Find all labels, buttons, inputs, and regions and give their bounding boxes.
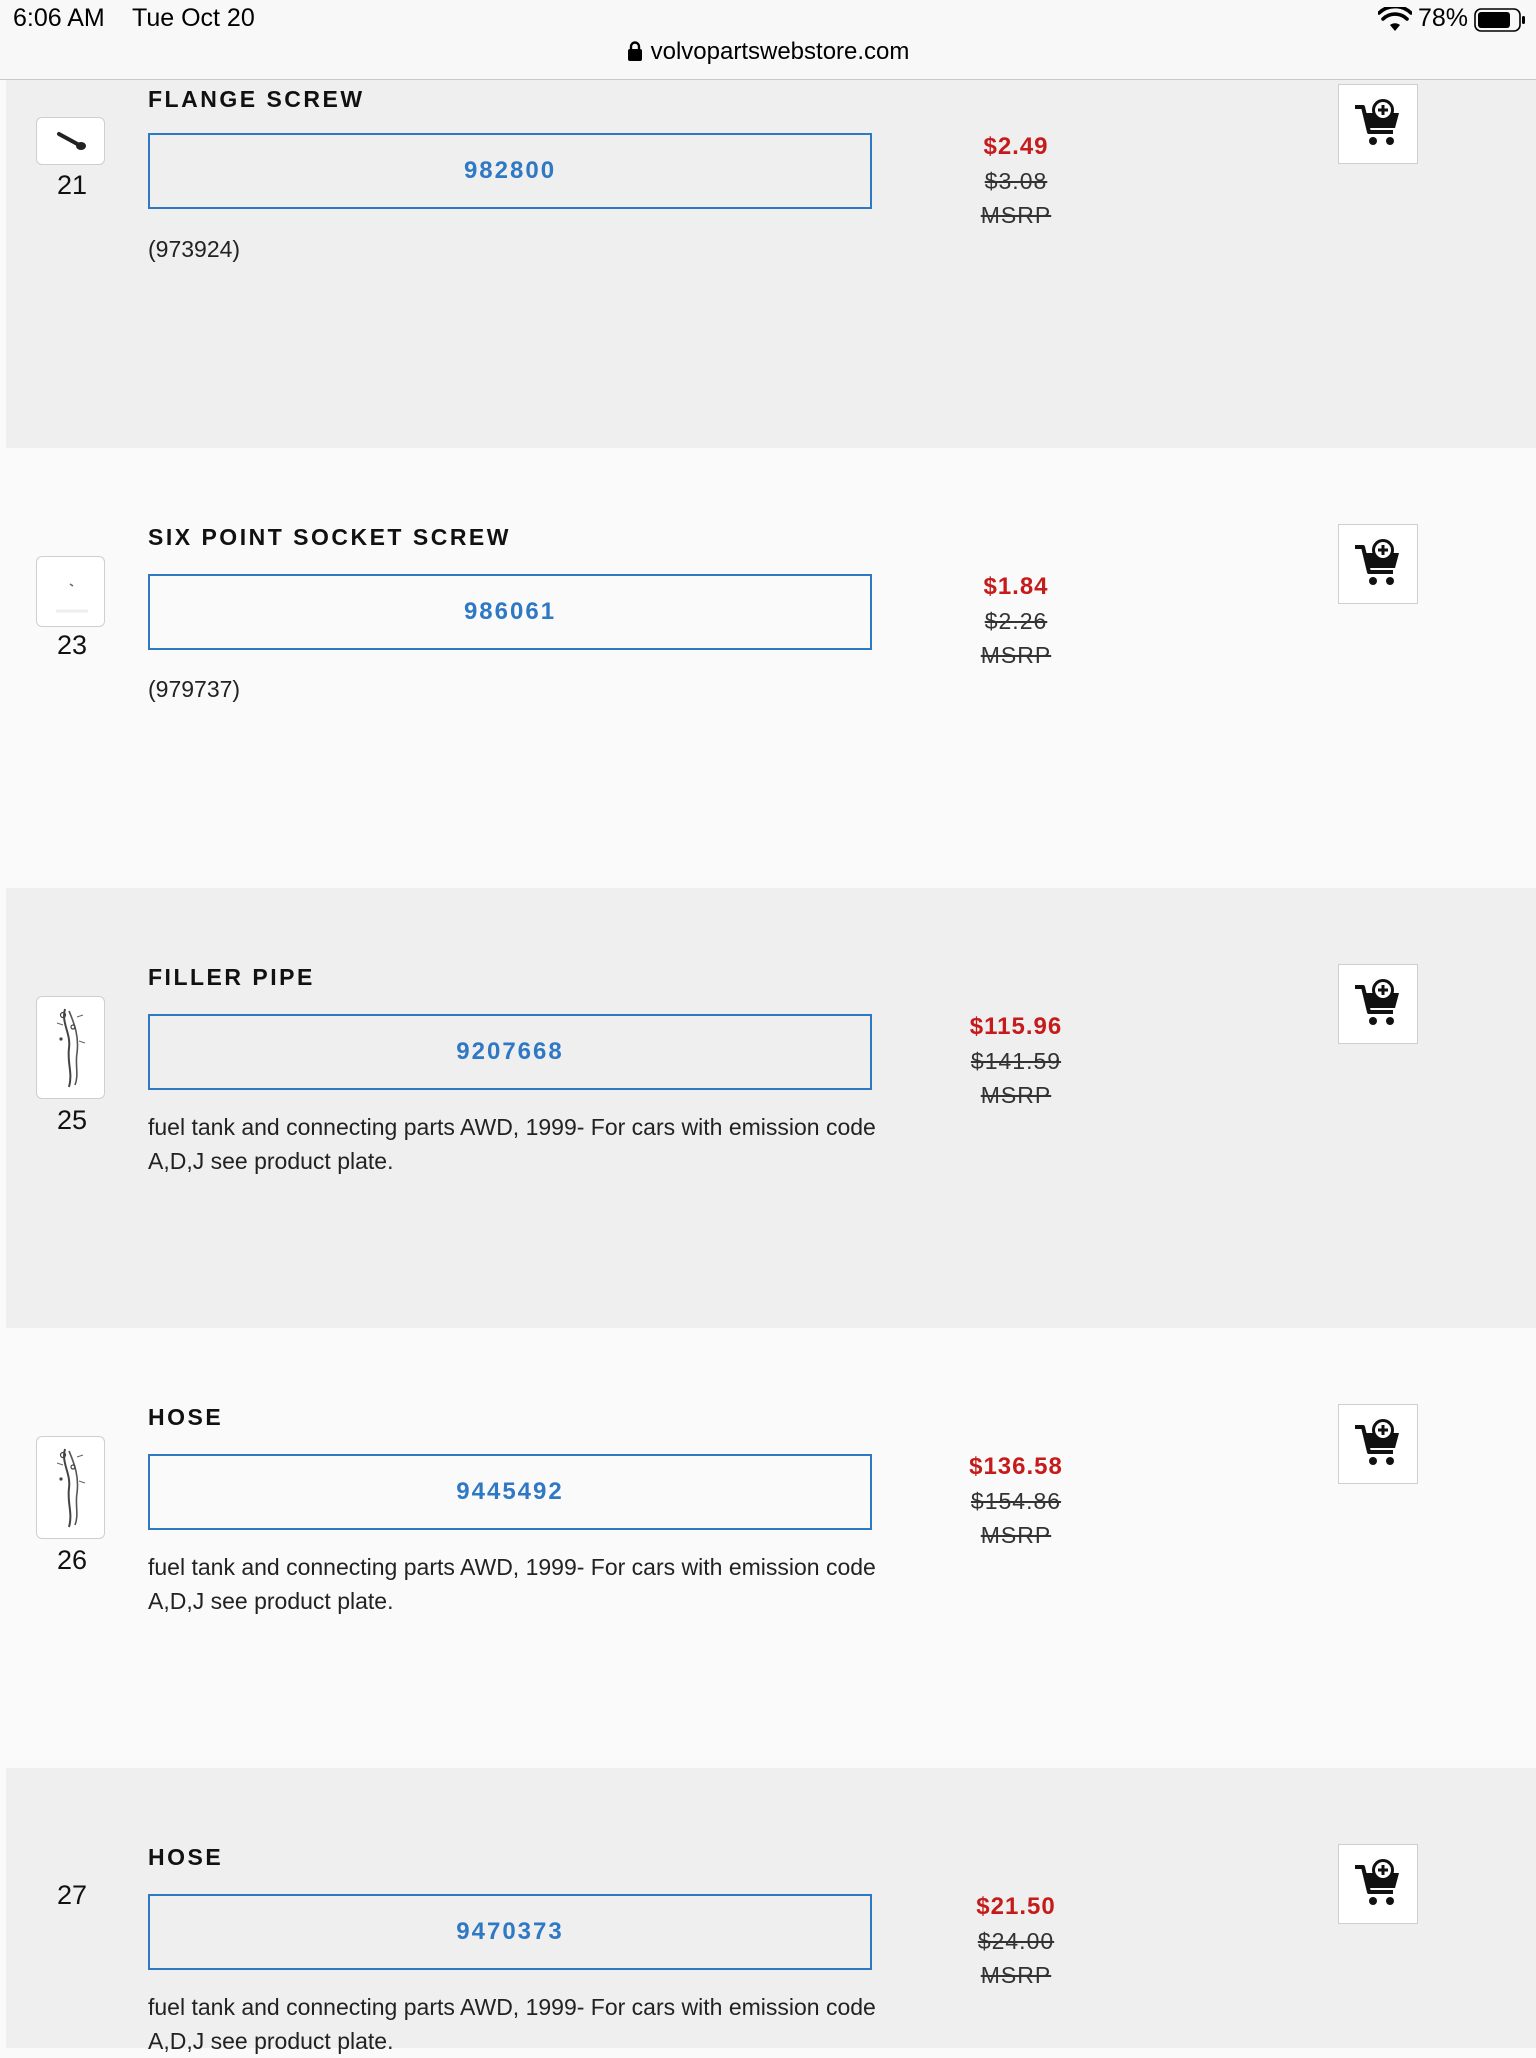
price-block: $136.58 $154.86 MSRP: [936, 1450, 1096, 1552]
part-number-button[interactable]: 986061: [148, 574, 872, 650]
url-bar[interactable]: volvopartswebstore.com: [0, 38, 1536, 66]
sale-price: $136.58: [969, 1453, 1063, 1480]
lock-icon: [627, 41, 642, 61]
part-number-button[interactable]: 9470373: [148, 1894, 872, 1970]
add-to-cart-icon: [1355, 99, 1399, 145]
price-block: $2.49 $3.08 MSRP: [936, 130, 1096, 232]
msrp-label: MSRP: [980, 642, 1052, 668]
filler-pipe-diagram-icon[interactable]: [36, 996, 105, 1099]
old-price: $2.26: [984, 608, 1048, 634]
ref-number: 25: [56, 1105, 88, 1135]
part-description: fuel tank and connecting parts AWD, 1999…: [148, 1114, 876, 1174]
part-description: (973924): [148, 236, 241, 262]
part-title: FLANGE SCREW: [148, 86, 365, 112]
part-number-button[interactable]: 9207668: [148, 1014, 872, 1090]
price-block: $21.50 $24.00 MSRP: [936, 1890, 1096, 1992]
part-number-button[interactable]: 982800: [148, 133, 872, 209]
old-price: $24.00: [977, 1928, 1055, 1954]
old-price: $3.08: [984, 168, 1048, 194]
old-price: $154.86: [970, 1488, 1062, 1514]
part-title: SIX POINT SOCKET SCREW: [148, 524, 511, 550]
ref-number: 27: [56, 1880, 88, 1910]
part-description: fuel tank and connecting parts AWD, 1999…: [148, 1554, 876, 1614]
msrp-label: MSRP: [980, 1962, 1052, 1988]
part-row: 23 SIX POINT SOCKET SCREW 986061 (979737…: [6, 448, 1536, 888]
url-text: volvopartswebstore.com: [650, 38, 910, 65]
sale-price: $2.49: [983, 133, 1049, 160]
add-to-cart-button[interactable]: [1338, 964, 1418, 1044]
battery-icon: [1474, 8, 1525, 32]
hose-diagram-icon[interactable]: [36, 1436, 105, 1539]
ref-number: 26: [56, 1545, 88, 1575]
price-block: $1.84 $2.26 MSRP: [936, 570, 1096, 672]
battery-percent: 78%: [1418, 4, 1469, 32]
msrp-label: MSRP: [980, 1522, 1052, 1548]
part-description: (979737): [148, 676, 241, 702]
msrp-label: MSRP: [980, 1082, 1052, 1108]
part-row: 25 FILLER PIPE 9207668 fuel tank and con…: [6, 888, 1536, 1328]
add-to-cart-icon: [1355, 979, 1399, 1025]
part-title: HOSE: [148, 1404, 224, 1430]
add-to-cart-icon: [1355, 539, 1399, 585]
browser-status-bar: 6:06 AM Tue Oct 20 78% volvopartswebstor…: [0, 0, 1536, 80]
socket-screw-icon[interactable]: [36, 556, 105, 627]
status-time: 6:06 AM: [13, 4, 105, 32]
price-block: $115.96 $141.59 MSRP: [936, 1010, 1096, 1112]
wifi-icon: [1378, 7, 1412, 31]
part-row: 27 HOSE 9470373 fuel tank and connecting…: [6, 1768, 1536, 2054]
ref-number: 23: [56, 630, 88, 660]
part-title: FILLER PIPE: [148, 964, 315, 990]
flange-screw-icon[interactable]: [36, 117, 105, 165]
add-to-cart-button[interactable]: [1338, 84, 1418, 164]
add-to-cart-icon: [1355, 1419, 1399, 1465]
status-date: Tue Oct 20: [132, 4, 255, 32]
msrp-label: MSRP: [980, 202, 1052, 228]
add-to-cart-button[interactable]: [1338, 1844, 1418, 1924]
sale-price: $115.96: [969, 1013, 1063, 1040]
old-price: $141.59: [970, 1048, 1062, 1074]
add-to-cart-icon: [1355, 1859, 1399, 1905]
part-number-button[interactable]: 9445492: [148, 1454, 872, 1530]
ref-number: 21: [56, 170, 88, 200]
sale-price: $21.50: [976, 1893, 1056, 1920]
part-title: HOSE: [148, 1844, 224, 1870]
add-to-cart-button[interactable]: [1338, 1404, 1418, 1484]
part-row: 26 HOSE 9445492 fuel tank and connecting…: [6, 1328, 1536, 1768]
add-to-cart-button[interactable]: [1338, 524, 1418, 604]
sale-price: $1.84: [983, 573, 1049, 600]
